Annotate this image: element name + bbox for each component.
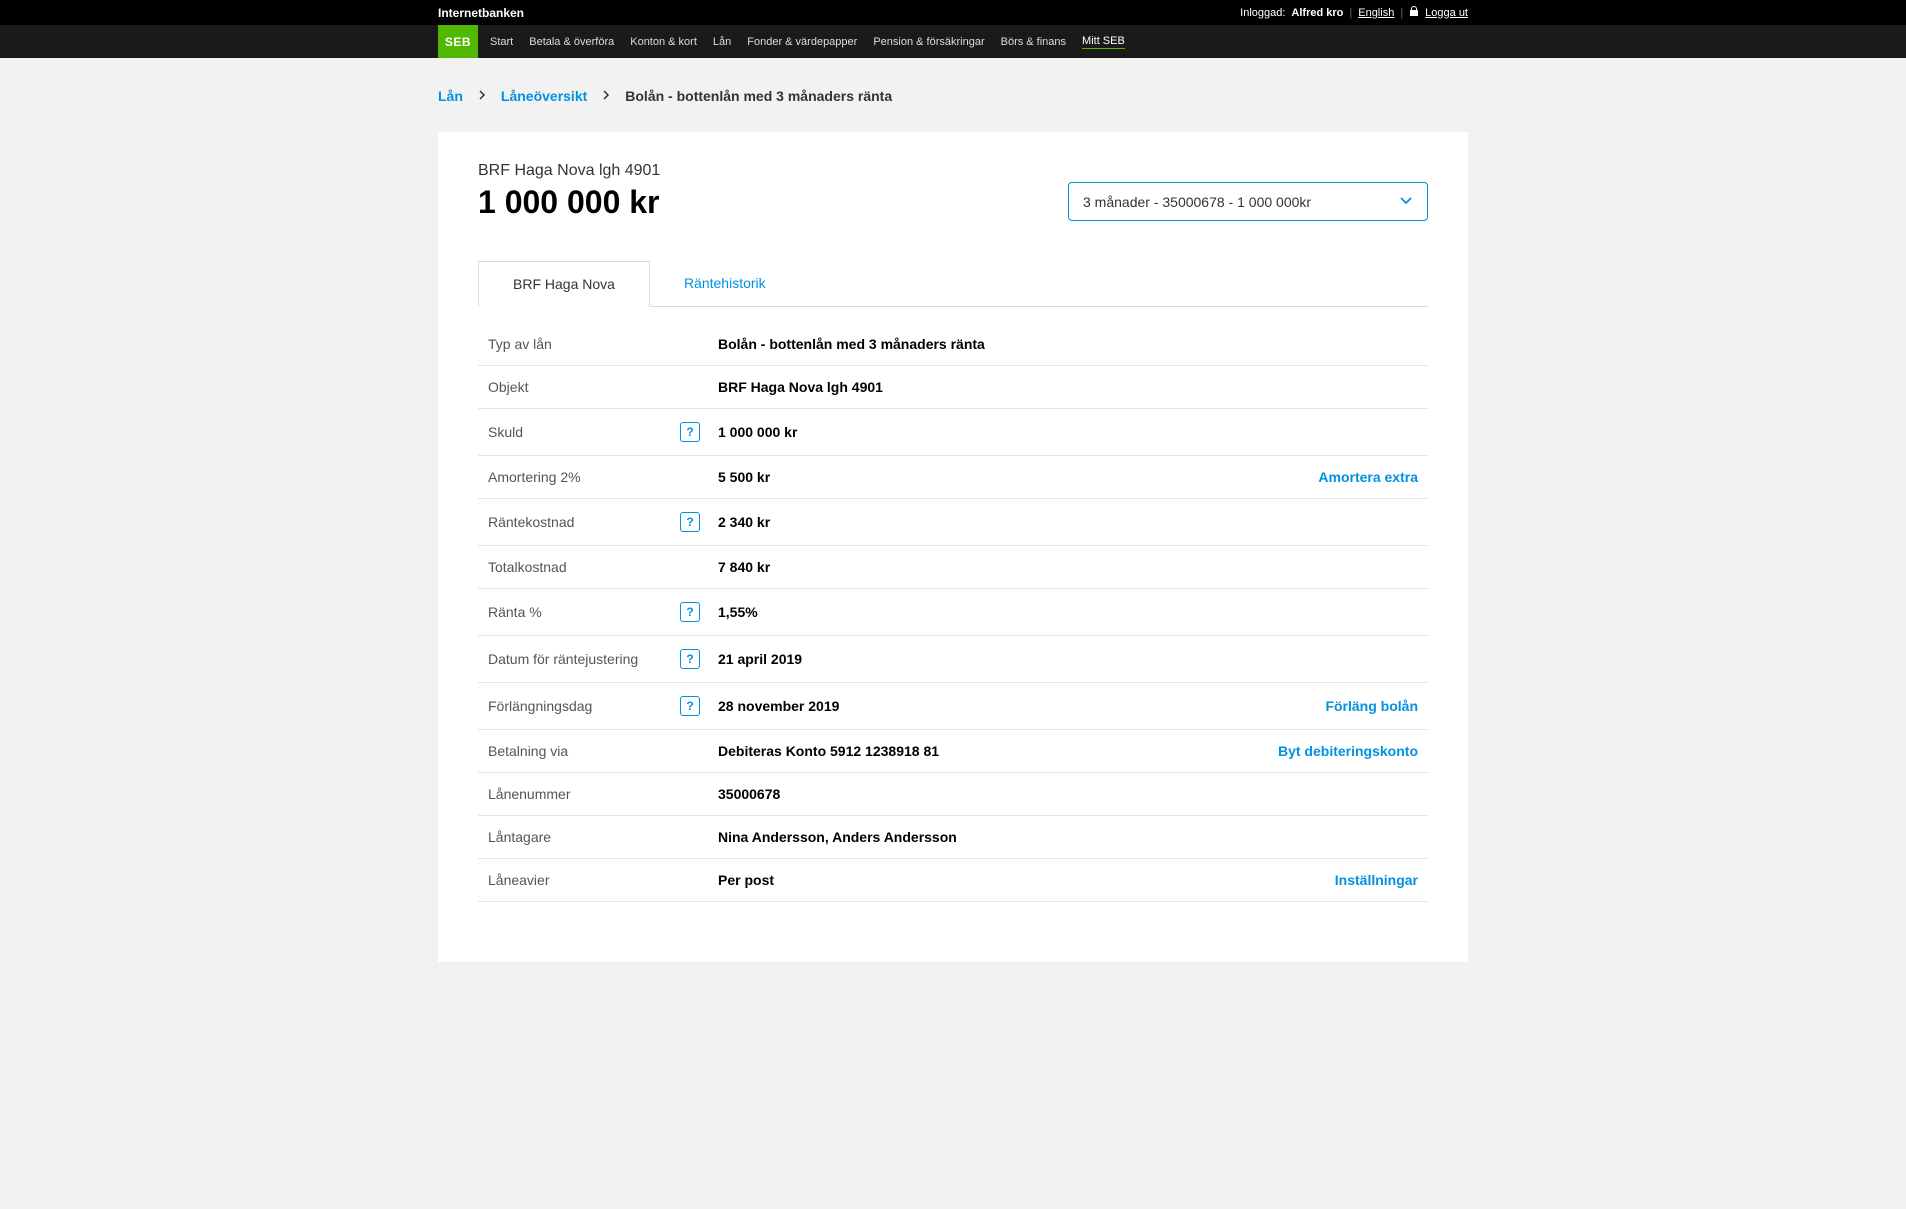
label-debt: Skuld bbox=[488, 424, 523, 440]
breadcrumb-loan[interactable]: Lån bbox=[438, 88, 463, 104]
seb-logo[interactable]: SEB bbox=[438, 25, 478, 58]
logged-in-label: Inloggad: bbox=[1240, 7, 1285, 19]
nav-pay[interactable]: Betala & överföra bbox=[529, 36, 614, 48]
value-rate-adjust-date: 21 april 2019 bbox=[718, 651, 1418, 667]
value-object: BRF Haga Nova lgh 4901 bbox=[718, 379, 1418, 395]
label-interest-cost: Räntekostnad bbox=[488, 514, 574, 530]
label-loan-number: Lånenummer bbox=[488, 786, 571, 802]
label-object: Objekt bbox=[488, 379, 528, 395]
loan-card: BRF Haga Nova lgh 4901 1 000 000 kr 3 må… bbox=[438, 132, 1468, 962]
nav-market[interactable]: Börs & finans bbox=[1001, 36, 1066, 48]
value-loan-type: Bolån - bottenlån med 3 månaders ränta bbox=[718, 336, 1418, 352]
chevron-down-icon bbox=[1399, 193, 1413, 210]
row-loan-notices: Låneavier Per post Inställningar bbox=[478, 859, 1428, 902]
label-interest-rate: Ränta % bbox=[488, 604, 542, 620]
help-extension-icon[interactable]: ? bbox=[680, 696, 700, 716]
row-rate-adjust-date: Datum för räntejustering? 21 april 2019 bbox=[478, 636, 1428, 683]
value-total-cost: 7 840 kr bbox=[718, 559, 1418, 575]
chevron-right-icon bbox=[601, 89, 611, 103]
row-object: Objekt BRF Haga Nova lgh 4901 bbox=[478, 366, 1428, 409]
loan-select-value: 3 månader - 35000678 - 1 000 000kr bbox=[1083, 194, 1311, 210]
nav-pension[interactable]: Pension & försäkringar bbox=[873, 36, 984, 48]
nav-myseb[interactable]: Mitt SEB bbox=[1082, 35, 1125, 49]
lock-icon bbox=[1409, 6, 1419, 19]
value-loan-notices: Per post bbox=[718, 872, 1335, 888]
breadcrumb: Lån Låneöversikt Bolån - bottenlån med 3… bbox=[438, 88, 1468, 104]
language-link[interactable]: English bbox=[1358, 7, 1394, 19]
tab-brf-haga-nova[interactable]: BRF Haga Nova bbox=[478, 261, 650, 307]
help-debt-icon[interactable]: ? bbox=[680, 422, 700, 442]
row-payment-via: Betalning via Debiteras Konto 5912 12389… bbox=[478, 730, 1428, 773]
nav-accounts[interactable]: Konton & kort bbox=[630, 36, 697, 48]
help-interest-cost-icon[interactable]: ? bbox=[680, 512, 700, 532]
help-rate-adjust-icon[interactable]: ? bbox=[680, 649, 700, 669]
label-borrowers: Låntagare bbox=[488, 829, 551, 845]
action-settings[interactable]: Inställningar bbox=[1335, 872, 1418, 888]
value-payment-via: Debiteras Konto 5912 1238918 81 bbox=[718, 743, 1278, 759]
loan-title: BRF Haga Nova lgh 4901 bbox=[478, 162, 660, 180]
breadcrumb-current: Bolån - bottenlån med 3 månaders ränta bbox=[625, 88, 892, 104]
tabs: BRF Haga Nova Räntehistorik bbox=[478, 261, 1428, 307]
label-loan-notices: Låneavier bbox=[488, 872, 550, 888]
value-extension-date: 28 november 2019 bbox=[718, 698, 1325, 714]
label-loan-type: Typ av lån bbox=[488, 336, 552, 352]
value-borrowers: Nina Andersson, Anders Andersson bbox=[718, 829, 1418, 845]
row-amortization: Amortering 2% 5 500 kr Amortera extra bbox=[478, 456, 1428, 499]
label-payment-via: Betalning via bbox=[488, 743, 568, 759]
help-interest-rate-icon[interactable]: ? bbox=[680, 602, 700, 622]
tab-rate-history[interactable]: Räntehistorik bbox=[650, 261, 800, 306]
row-borrowers: Låntagare Nina Andersson, Anders Anderss… bbox=[478, 816, 1428, 859]
label-extension-date: Förlängningsdag bbox=[488, 698, 592, 714]
row-loan-type: Typ av lån Bolån - bottenlån med 3 månad… bbox=[478, 323, 1428, 366]
row-interest-rate: Ränta %? 1,55% bbox=[478, 589, 1428, 636]
action-change-debit-account[interactable]: Byt debiteringskonto bbox=[1278, 743, 1418, 759]
label-rate-adjust-date: Datum för räntejustering bbox=[488, 651, 638, 667]
value-debt: 1 000 000 kr bbox=[718, 424, 1418, 440]
label-amortization: Amortering 2% bbox=[488, 469, 581, 485]
loan-select[interactable]: 3 månader - 35000678 - 1 000 000kr bbox=[1068, 182, 1428, 221]
row-loan-number: Lånenummer 35000678 bbox=[478, 773, 1428, 816]
row-total-cost: Totalkostnad 7 840 kr bbox=[478, 546, 1428, 589]
value-interest-rate: 1,55% bbox=[718, 604, 1418, 620]
action-amortize-extra[interactable]: Amortera extra bbox=[1318, 469, 1418, 485]
logout-link[interactable]: Logga ut bbox=[1425, 7, 1468, 19]
chevron-right-icon bbox=[477, 89, 487, 103]
action-extend-loan[interactable]: Förläng bolån bbox=[1325, 698, 1418, 714]
user-name: Alfred kro bbox=[1291, 7, 1343, 19]
value-amortization: 5 500 kr bbox=[718, 469, 1318, 485]
nav-loan[interactable]: Lån bbox=[713, 36, 731, 48]
value-interest-cost: 2 340 kr bbox=[718, 514, 1418, 530]
row-interest-cost: Räntekostnad? 2 340 kr bbox=[478, 499, 1428, 546]
row-debt: Skuld? 1 000 000 kr bbox=[478, 409, 1428, 456]
nav-funds[interactable]: Fonder & värdepapper bbox=[747, 36, 857, 48]
loan-amount: 1 000 000 kr bbox=[478, 184, 660, 221]
app-brand: Internetbanken bbox=[438, 6, 524, 20]
row-extension-date: Förlängningsdag? 28 november 2019 Förlän… bbox=[478, 683, 1428, 730]
value-loan-number: 35000678 bbox=[718, 786, 1418, 802]
separator: | bbox=[1400, 7, 1403, 19]
label-total-cost: Totalkostnad bbox=[488, 559, 567, 575]
breadcrumb-overview[interactable]: Låneöversikt bbox=[501, 88, 587, 104]
separator: | bbox=[1349, 7, 1352, 19]
nav-start[interactable]: Start bbox=[490, 36, 513, 48]
